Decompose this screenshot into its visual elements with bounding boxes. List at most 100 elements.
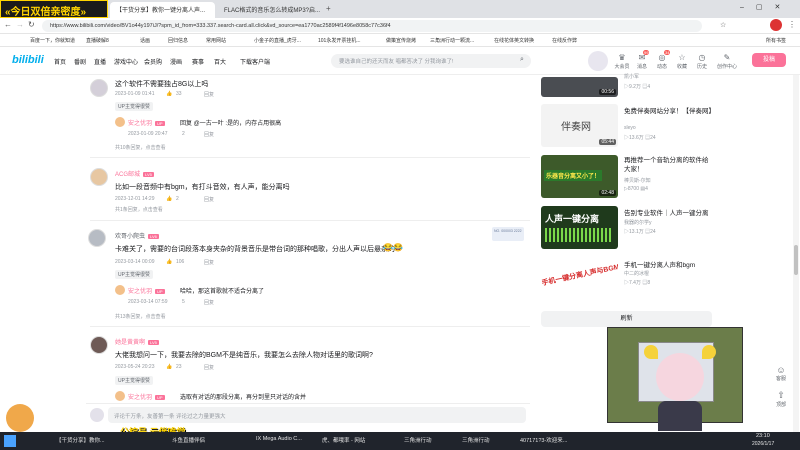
- bookmark-item[interactable]: 话画: [140, 37, 150, 44]
- bookmark-item[interactable]: 小金子的直播_虎牙...: [254, 37, 301, 44]
- video-thumbnail[interactable]: 人声一键分离: [541, 206, 618, 249]
- nav-item[interactable]: 百大: [214, 57, 226, 66]
- bili-logo[interactable]: bilibili: [12, 54, 44, 66]
- username[interactable]: 安之优羽 UP: [128, 392, 165, 401]
- creator-button[interactable]: ✎ 创作中心: [714, 53, 740, 70]
- bookmark-item[interactable]: 常用网站: [206, 37, 226, 44]
- upload-button[interactable]: 投稿: [752, 53, 786, 67]
- nav-item[interactable]: 首页: [54, 57, 66, 66]
- avatar[interactable]: [588, 51, 608, 71]
- bookmark-item[interactable]: 在线反作弊: [552, 37, 577, 44]
- reply-button[interactable]: 回复: [204, 91, 214, 98]
- nav-item[interactable]: 下载客户端: [240, 57, 270, 66]
- video-thumbnail[interactable]: 伴奏网 05:44: [541, 104, 618, 147]
- video-thumbnail[interactable]: 乐器音分离又小了！ 02:48: [541, 155, 618, 198]
- dynamic-button[interactable]: ◎ 动态: [652, 53, 672, 70]
- avatar[interactable]: [115, 285, 125, 295]
- avatar[interactable]: [90, 79, 108, 97]
- nav-item[interactable]: 番剧: [74, 57, 86, 66]
- video-views: ▷8700 ▤4: [624, 186, 648, 192]
- reply-button[interactable]: 回复: [204, 259, 214, 266]
- bookmark-item[interactable]: 百度一下，你就知道: [30, 37, 75, 44]
- video-title[interactable]: 告别专业软件｜人声一键分离: [624, 207, 709, 217]
- username[interactable]: 欢哥小爬虫 LV6: [115, 231, 159, 240]
- reply-button[interactable]: 回复: [204, 196, 214, 203]
- comment-input[interactable]: 评论千万条，友善第一条 评论过之力量更强大: [108, 407, 526, 423]
- video-up[interactable]: 棒贝斯-尔知: [624, 177, 651, 184]
- back-icon[interactable]: ←: [4, 20, 12, 29]
- tab-bilibili[interactable]: 【干货分享】教你一键分离人声...: [110, 2, 215, 18]
- taskbar-item[interactable]: 【干货分享】教你...: [56, 436, 105, 444]
- like-icon[interactable]: 👍: [166, 196, 172, 202]
- profile-icon[interactable]: [770, 19, 782, 31]
- like-icon[interactable]: 👍: [166, 91, 172, 97]
- username[interactable]: 安之优羽 UP: [128, 286, 165, 295]
- reply-button[interactable]: 回复: [204, 131, 214, 138]
- video-title[interactable]: 免费伴奏网站分享！【伴奏网】: [624, 105, 715, 115]
- forward-icon[interactable]: →: [16, 20, 24, 29]
- service-button[interactable]: ☺ 客服: [770, 365, 792, 382]
- bookmark-item[interactable]: 在线花体英文转换: [494, 37, 534, 44]
- nav-item[interactable]: 游戏中心: [114, 57, 138, 66]
- bookmark-item[interactable]: 回归信息: [168, 37, 188, 44]
- more-replies-link[interactable]: 共10条回复，点击查看: [115, 144, 166, 151]
- video-thumbnail[interactable]: 手机一键分离人声与BGM: [541, 258, 618, 301]
- avatar[interactable]: [90, 336, 108, 354]
- url-input[interactable]: https://www.bilibili.com/video/BV1o44y19…: [42, 20, 702, 32]
- level-badge: UP: [155, 288, 165, 294]
- taskbar-item[interactable]: 407171?3-欢迎来...: [520, 436, 567, 444]
- more-replies-link[interactable]: 共1条回复，点击查看: [115, 206, 163, 213]
- nav-item[interactable]: 会员购: [144, 57, 162, 66]
- video-thumbnail[interactable]: 00:56: [541, 77, 618, 97]
- search-icon[interactable]: ⌕: [520, 56, 524, 64]
- reload-icon[interactable]: ↻: [28, 20, 35, 29]
- username[interactable]: ACG邮城 LV5: [115, 169, 154, 178]
- avatar[interactable]: [115, 117, 125, 127]
- new-tab-icon[interactable]: +: [326, 4, 331, 13]
- username[interactable]: 安之优羽 UP: [128, 118, 165, 127]
- taskbar-item[interactable]: 虎、都哦率 - 网站: [322, 436, 365, 444]
- bookmark-item[interactable]: 做策宣传烧烤: [386, 37, 416, 44]
- avatar[interactable]: [90, 168, 108, 186]
- like-icon[interactable]: 👍: [166, 364, 172, 370]
- refresh-button[interactable]: 刷新: [541, 311, 712, 327]
- vip-button[interactable]: ♛ 大会员: [612, 53, 632, 70]
- nav-item[interactable]: 漫画: [170, 57, 182, 66]
- reply-button[interactable]: 回复: [204, 364, 214, 371]
- favorite-button[interactable]: ☆ 收藏: [672, 53, 692, 70]
- more-replies-link[interactable]: 共13条回复，点击查看: [115, 313, 166, 320]
- window-controls[interactable]: –▢✕: [740, 3, 792, 11]
- avatar[interactable]: [88, 229, 106, 247]
- message-button[interactable]: ✉ 消息: [632, 53, 652, 70]
- star-icon[interactable]: ☆: [720, 21, 726, 29]
- video-up[interactable]: 凯小军: [624, 73, 639, 80]
- avatar[interactable]: [115, 391, 125, 401]
- video-up[interactable]: 我器的尔学y: [624, 219, 652, 226]
- clock-time[interactable]: 23:10: [756, 433, 770, 439]
- search-input[interactable]: 要选谁自己的还天而友 唱都答决了 分我询谁了!: [331, 54, 531, 68]
- taskbar-item[interactable]: IX Mega Audio C...: [256, 436, 302, 442]
- taskbar-item[interactable]: 斗鱼直播伴侣: [172, 436, 205, 444]
- taskbar-item[interactable]: 三角洲行动: [462, 436, 490, 444]
- username[interactable]: 她是黄黄啊 LV5: [115, 337, 159, 346]
- reply-button[interactable]: 回复: [204, 299, 214, 306]
- scrollbar-thumb[interactable]: [794, 245, 798, 275]
- back-to-top-button[interactable]: ⇧ 顶部: [770, 390, 792, 408]
- bookmark-all[interactable]: 所有书签: [766, 37, 786, 44]
- nav-item[interactable]: 直播: [94, 57, 106, 66]
- menu-icon[interactable]: ⋮: [788, 20, 796, 29]
- like-icon[interactable]: 👍: [166, 259, 172, 265]
- clock-date[interactable]: 2026/1/17: [752, 441, 774, 447]
- bookmark-item[interactable]: 101永发开票挂机...: [318, 37, 361, 44]
- nav-item[interactable]: 赛事: [192, 57, 204, 66]
- video-title[interactable]: 手机一键分离人声和bgm: [624, 259, 695, 269]
- start-icon[interactable]: [4, 435, 16, 447]
- history-button[interactable]: ◷ 历史: [692, 53, 712, 70]
- video-up[interactable]: 中二的冰棍: [624, 270, 649, 277]
- video-up[interactable]: sleyo: [624, 125, 636, 131]
- taskbar-item[interactable]: 三角洲行动: [404, 436, 432, 444]
- video-title[interactable]: 再推荐一个音轨分离的软件给大家！: [624, 156, 714, 174]
- tab-flac[interactable]: FLAC格式的音乐怎么转成MP3?启...: [218, 2, 323, 18]
- bookmark-item[interactable]: 三角洲行动一颗流...: [430, 37, 474, 44]
- bookmark-item[interactable]: 直播破解8: [86, 37, 109, 44]
